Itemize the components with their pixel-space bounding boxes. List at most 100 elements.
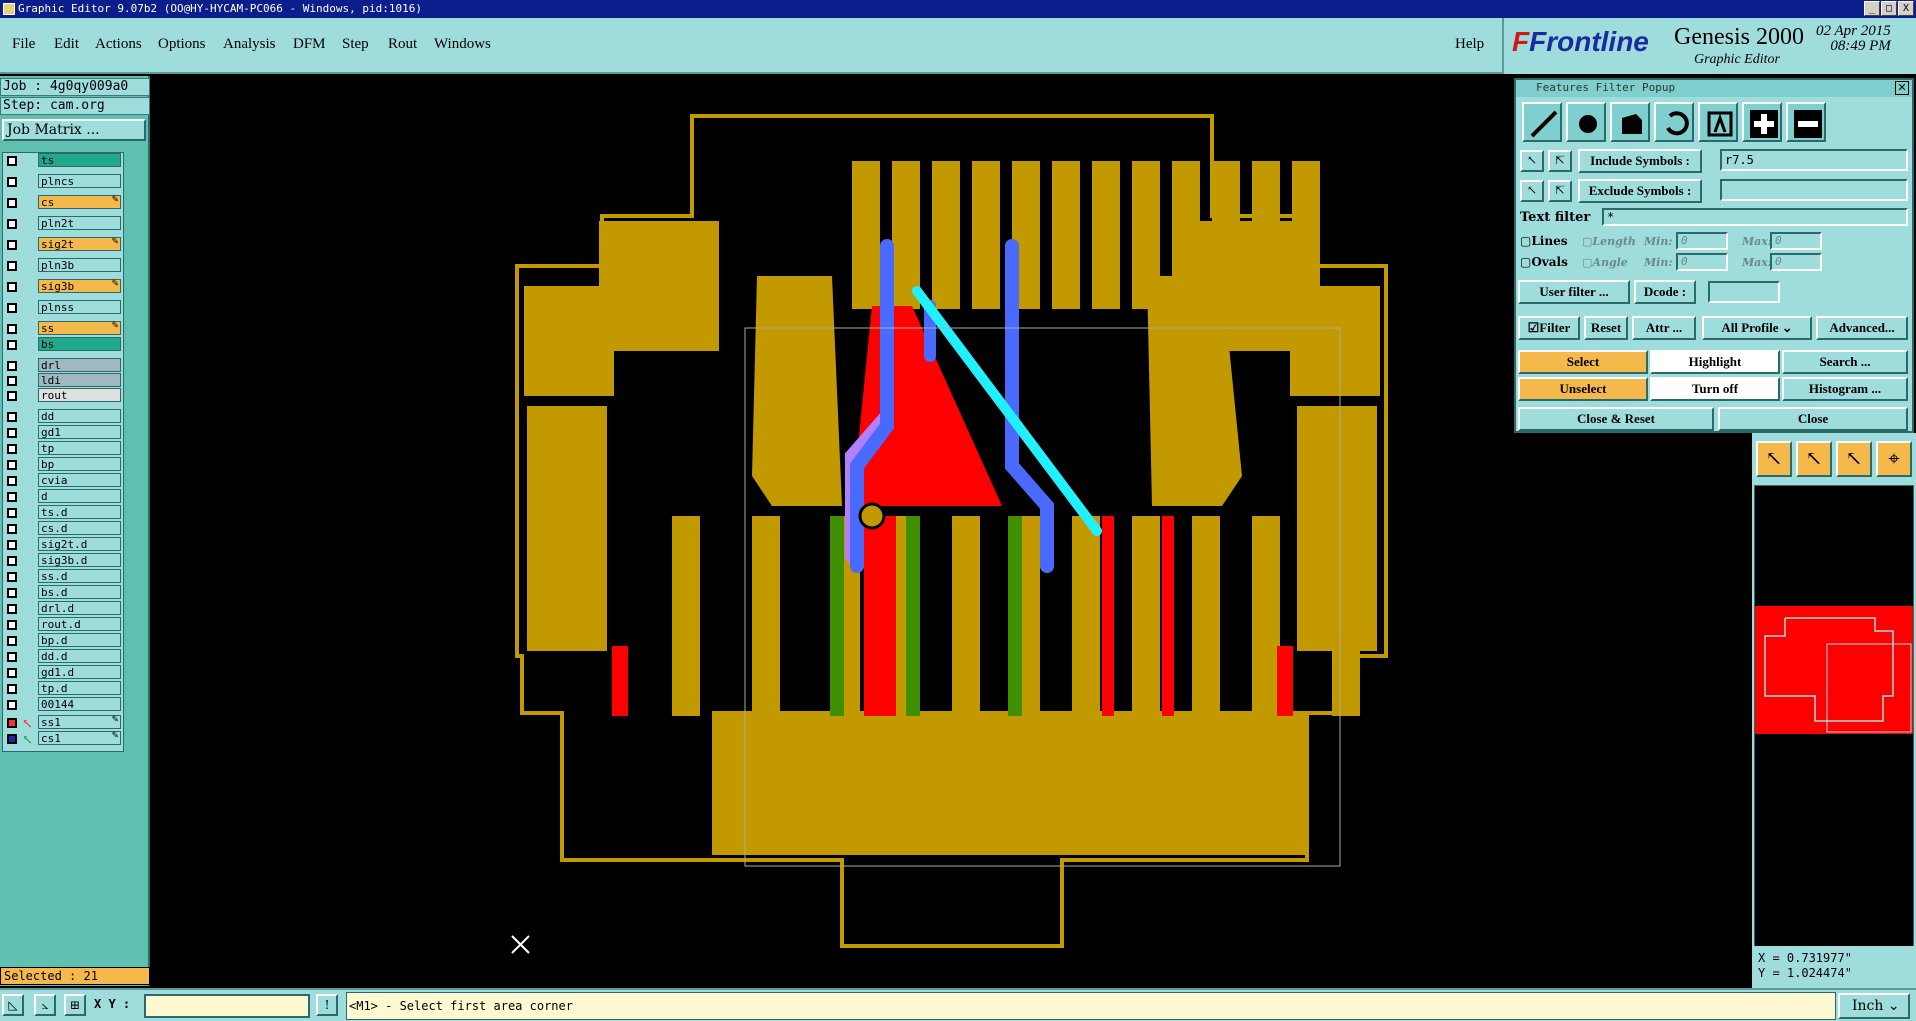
layer-row-sig3b-d[interactable]: sig3b.d [3, 553, 123, 568]
turn-off-button[interactable]: Turn off [1650, 377, 1780, 401]
layer-display-checkbox[interactable] [7, 240, 17, 250]
layer-work-icon[interactable]: ↖ [22, 733, 34, 748]
snap-pointer-icon[interactable]: ⌖ [1876, 441, 1912, 477]
line-tool-icon[interactable] [1522, 102, 1562, 142]
layer-row-ts-d[interactable]: ts.d [3, 505, 123, 520]
popup-close-icon[interactable]: ✕ [1895, 81, 1909, 95]
layer-row-rout-d[interactable]: rout.d [3, 617, 123, 632]
maximize-button[interactable]: □ [1881, 1, 1897, 16]
dcode-button[interactable]: Dcode : [1634, 280, 1696, 304]
grid-tool-icon[interactable]: ⊞ [64, 994, 86, 1016]
layer-display-checkbox[interactable] [7, 391, 17, 401]
length-checkbox[interactable]: ▢Length [1582, 235, 1636, 248]
layer-display-checkbox[interactable] [7, 700, 17, 710]
lines-checkbox[interactable]: ▢Lines [1520, 234, 1567, 248]
angle-checkbox[interactable]: ▢Angle [1582, 256, 1628, 269]
xy-input[interactable] [144, 994, 310, 1018]
layer-row-sig2t-d[interactable]: sig2t.d [3, 537, 123, 552]
menu-file[interactable]: File [12, 36, 35, 53]
layer-display-checkbox[interactable] [7, 572, 17, 582]
layer-display-checkbox[interactable] [7, 261, 17, 271]
menu-rout[interactable]: Rout [388, 36, 417, 53]
layer-row-ldi[interactable]: ldi [3, 373, 123, 388]
layer-row-bp[interactable]: bp [3, 457, 123, 472]
layer-display-checkbox[interactable] [7, 428, 17, 438]
include-box-icon[interactable]: ⇱ [1548, 150, 1572, 172]
layer-row-sig3b[interactable]: sig3b ✎ [3, 279, 123, 294]
unselect-button[interactable]: Unselect [1518, 377, 1648, 401]
layer-display-checkbox[interactable] [7, 508, 17, 518]
exclude-box-icon[interactable]: ⇱ [1548, 180, 1572, 202]
layer-row-ts[interactable]: ts [3, 153, 123, 168]
layer-display-checkbox[interactable] [7, 361, 17, 371]
layer-display-checkbox[interactable] [7, 460, 17, 470]
layer-row-gd1-d[interactable]: gd1.d [3, 665, 123, 680]
layer-display-checkbox[interactable] [7, 636, 17, 646]
layer-row-ss1[interactable]: ↖ ss1 ✎ [3, 715, 123, 732]
include-symbols-field[interactable]: r7.5 [1720, 149, 1908, 171]
select-button[interactable]: Select [1518, 350, 1648, 374]
include-symbols-button[interactable]: Include Symbols : [1578, 149, 1702, 173]
all-profile-select[interactable]: All Profile ⌄ [1702, 316, 1812, 340]
filter-toggle[interactable]: ☑Filter [1518, 316, 1580, 340]
layer-row-dd[interactable]: dd [3, 409, 123, 424]
layer-display-checkbox[interactable] [7, 684, 17, 694]
layer-display-checkbox[interactable] [7, 282, 17, 292]
pad-tool-icon[interactable] [1566, 102, 1606, 142]
text-filter-field[interactable]: * [1602, 208, 1908, 226]
layer-row-plnss[interactable]: plnss [3, 300, 123, 315]
multi-select-icon[interactable]: ↖ [1836, 441, 1872, 477]
layer-display-checkbox[interactable] [7, 540, 17, 550]
layer-display-checkbox[interactable] [7, 219, 17, 229]
layer-row-drl-d[interactable]: drl.d [3, 601, 123, 616]
layer-display-checkbox[interactable] [7, 476, 17, 486]
menu-edit[interactable]: Edit [54, 36, 79, 53]
measure-tool-icon[interactable]: ⦣ [34, 994, 56, 1016]
graphic-canvas[interactable] [152, 76, 1752, 988]
layer-display-checkbox[interactable] [7, 718, 17, 728]
layer-display-checkbox[interactable] [7, 668, 17, 678]
surface-tool-icon[interactable] [1610, 102, 1650, 142]
ovals-checkbox[interactable]: ▢Ovals [1520, 255, 1568, 269]
layer-row-ss-d[interactable]: ss.d [3, 569, 123, 584]
close-popup-button[interactable]: Close [1718, 407, 1908, 431]
layer-display-checkbox[interactable] [7, 303, 17, 313]
exclude-symbols-field[interactable] [1720, 179, 1908, 201]
close-button[interactable]: X [1898, 1, 1914, 16]
layer-row-cvia[interactable]: cvia [3, 473, 123, 488]
layer-row-tp[interactable]: tp [3, 441, 123, 456]
layer-row-cs1[interactable]: ↖ cs1 ✎ [3, 731, 123, 748]
length-min-field[interactable]: 0 [1676, 232, 1728, 250]
layer-display-checkbox[interactable] [7, 492, 17, 502]
layer-display-checkbox[interactable] [7, 324, 17, 334]
layer-display-checkbox[interactable] [7, 177, 17, 187]
units-select[interactable]: Inch ⌄ [1838, 993, 1910, 1019]
histogram-button[interactable]: Histogram ... [1782, 377, 1908, 401]
layer-row-d[interactable]: d [3, 489, 123, 504]
reset-button[interactable]: Reset [1584, 316, 1628, 340]
menu-actions[interactable]: Actions [95, 36, 142, 53]
layer-display-checkbox[interactable] [7, 376, 17, 386]
layer-row-ss[interactable]: ss ✎ [3, 321, 123, 336]
layer-work-icon[interactable]: ↖ [22, 717, 34, 732]
layer-row-drl[interactable]: drl [3, 358, 123, 373]
minimize-button[interactable]: _ [1864, 1, 1880, 16]
layer-display-checkbox[interactable] [7, 620, 17, 630]
layer-row-tp-d[interactable]: tp.d [3, 681, 123, 696]
layer-row-dd-d[interactable]: dd.d [3, 649, 123, 664]
layer-display-checkbox[interactable] [7, 652, 17, 662]
length-max-field[interactable]: 0 [1770, 232, 1822, 250]
select-pointer-icon[interactable]: ↖ [1796, 441, 1832, 477]
layer-display-checkbox[interactable] [7, 198, 17, 208]
user-filter-button[interactable]: User filter ... [1518, 280, 1630, 304]
layer-row-plncs[interactable]: plncs [3, 174, 123, 189]
layer-row-bs[interactable]: bs [3, 337, 123, 352]
angle-min-field[interactable]: 0 [1676, 253, 1728, 271]
layer-display-checkbox[interactable] [7, 524, 17, 534]
layer-display-checkbox[interactable] [7, 444, 17, 454]
job-matrix-button[interactable]: Job Matrix ... [2, 119, 146, 141]
layer-display-checkbox[interactable] [7, 556, 17, 566]
menu-analysis[interactable]: Analysis [223, 36, 276, 53]
layer-display-checkbox[interactable] [7, 604, 17, 614]
arc-tool-icon[interactable] [1654, 102, 1694, 142]
